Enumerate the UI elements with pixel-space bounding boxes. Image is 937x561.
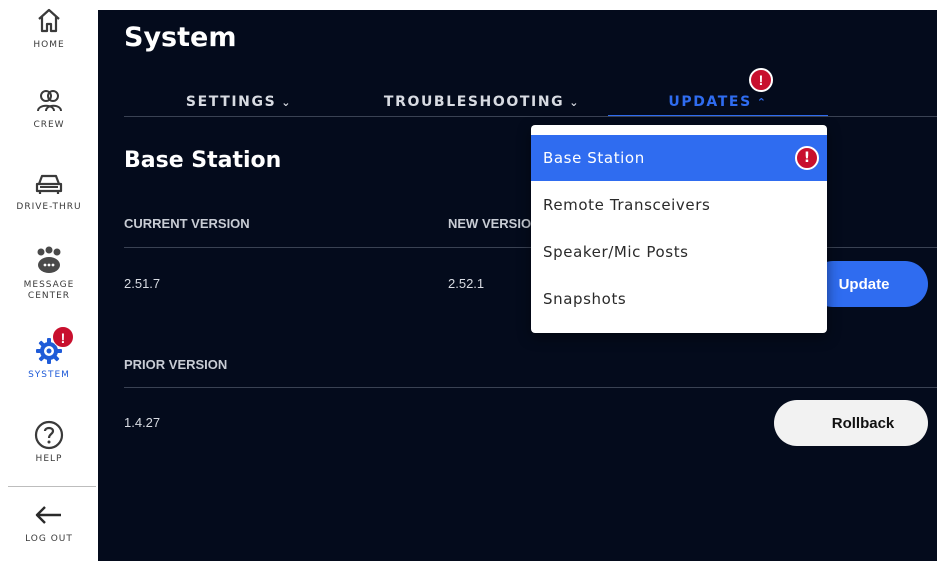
menu-item-remote-transceivers[interactable]: Remote Transceivers [531, 182, 827, 228]
tab-troubleshooting[interactable]: TROUBLESHOOTING ⌄ [362, 88, 602, 116]
updates-alert-badge: ! [749, 68, 773, 92]
prior-divider [124, 387, 937, 388]
nav-crew[interactable]: CREW [0, 84, 98, 131]
nav-home-label: HOME [33, 40, 65, 50]
nav-logout[interactable]: LOG OUT [0, 498, 98, 545]
menu-item-label: Snapshots [543, 290, 627, 308]
nav-system[interactable]: ! SYSTEM [0, 326, 98, 381]
page-title: System [124, 22, 237, 53]
nav-logout-label: LOG OUT [25, 534, 73, 544]
nav-drive-thru-label: DRIVE-THRU [16, 202, 82, 212]
tabs-divider [124, 116, 937, 117]
prior-version-header: PRIOR VERSION [124, 357, 228, 372]
prior-version-value: 1.4.27 [124, 415, 161, 430]
current-version-header: CURRENT VERSION [124, 216, 250, 231]
nav-drive-thru[interactable]: DRIVE-THRU [0, 166, 98, 213]
menu-item-label: Base Station [543, 149, 645, 167]
base-station-alert-badge: ! [795, 146, 819, 170]
nav-crew-label: CREW [33, 120, 65, 130]
menu-item-label: Speaker/Mic Posts [543, 243, 689, 261]
car-icon [32, 166, 66, 200]
chevron-down-icon: ⌄ [281, 95, 293, 109]
chevron-up-icon: ⌃ [756, 95, 768, 109]
update-button[interactable]: Update [810, 261, 928, 307]
nav-help[interactable]: HELP [0, 418, 98, 465]
nav-system-label: SYSTEM [28, 370, 70, 380]
section-title: Base Station [124, 148, 282, 173]
updates-dropdown-menu: Base Station ! Remote Transceivers Speak… [531, 125, 827, 333]
nav-message-center[interactable]: MESSAGE CENTER [0, 244, 98, 302]
menu-item-base-station[interactable]: Base Station ! [531, 135, 827, 181]
sidebar-divider [8, 486, 96, 487]
home-icon [32, 4, 66, 38]
rollback-button[interactable]: Rollback [774, 400, 928, 446]
nav-message-center-label: MESSAGE CENTER [23, 280, 75, 301]
tab-bar: SETTINGS ⌄ TROUBLESHOOTING ⌄ UPDATES ⌃ [98, 88, 937, 117]
gear-icon: ! [32, 326, 74, 368]
nav-home[interactable]: HOME [0, 4, 98, 51]
menu-item-speaker-mic-posts[interactable]: Speaker/Mic Posts [531, 229, 827, 275]
system-alert-badge: ! [52, 326, 74, 348]
arrow-left-icon [32, 498, 66, 532]
tab-settings-label: SETTINGS [185, 94, 277, 110]
tab-updates[interactable]: UPDATES ⌃ [608, 88, 828, 117]
tab-settings[interactable]: SETTINGS ⌄ [154, 88, 324, 116]
sidebar: HOME CREW DRIVE-THRU MESSAGE CENTER ! SY… [0, 0, 98, 561]
menu-item-snapshots[interactable]: Snapshots [531, 276, 827, 322]
tab-updates-label: UPDATES [668, 94, 752, 110]
new-version-value: 2.52.1 [448, 276, 485, 291]
crew-icon [32, 84, 66, 118]
tab-troubleshooting-label: TROUBLESHOOTING [383, 94, 565, 110]
help-icon [32, 418, 66, 452]
chevron-down-icon: ⌄ [569, 95, 581, 109]
message-center-icon [32, 244, 66, 278]
nav-help-label: HELP [35, 454, 63, 464]
new-version-header: NEW VERSION [448, 216, 541, 231]
menu-item-label: Remote Transceivers [543, 196, 711, 214]
current-version-value: 2.51.7 [124, 276, 161, 291]
